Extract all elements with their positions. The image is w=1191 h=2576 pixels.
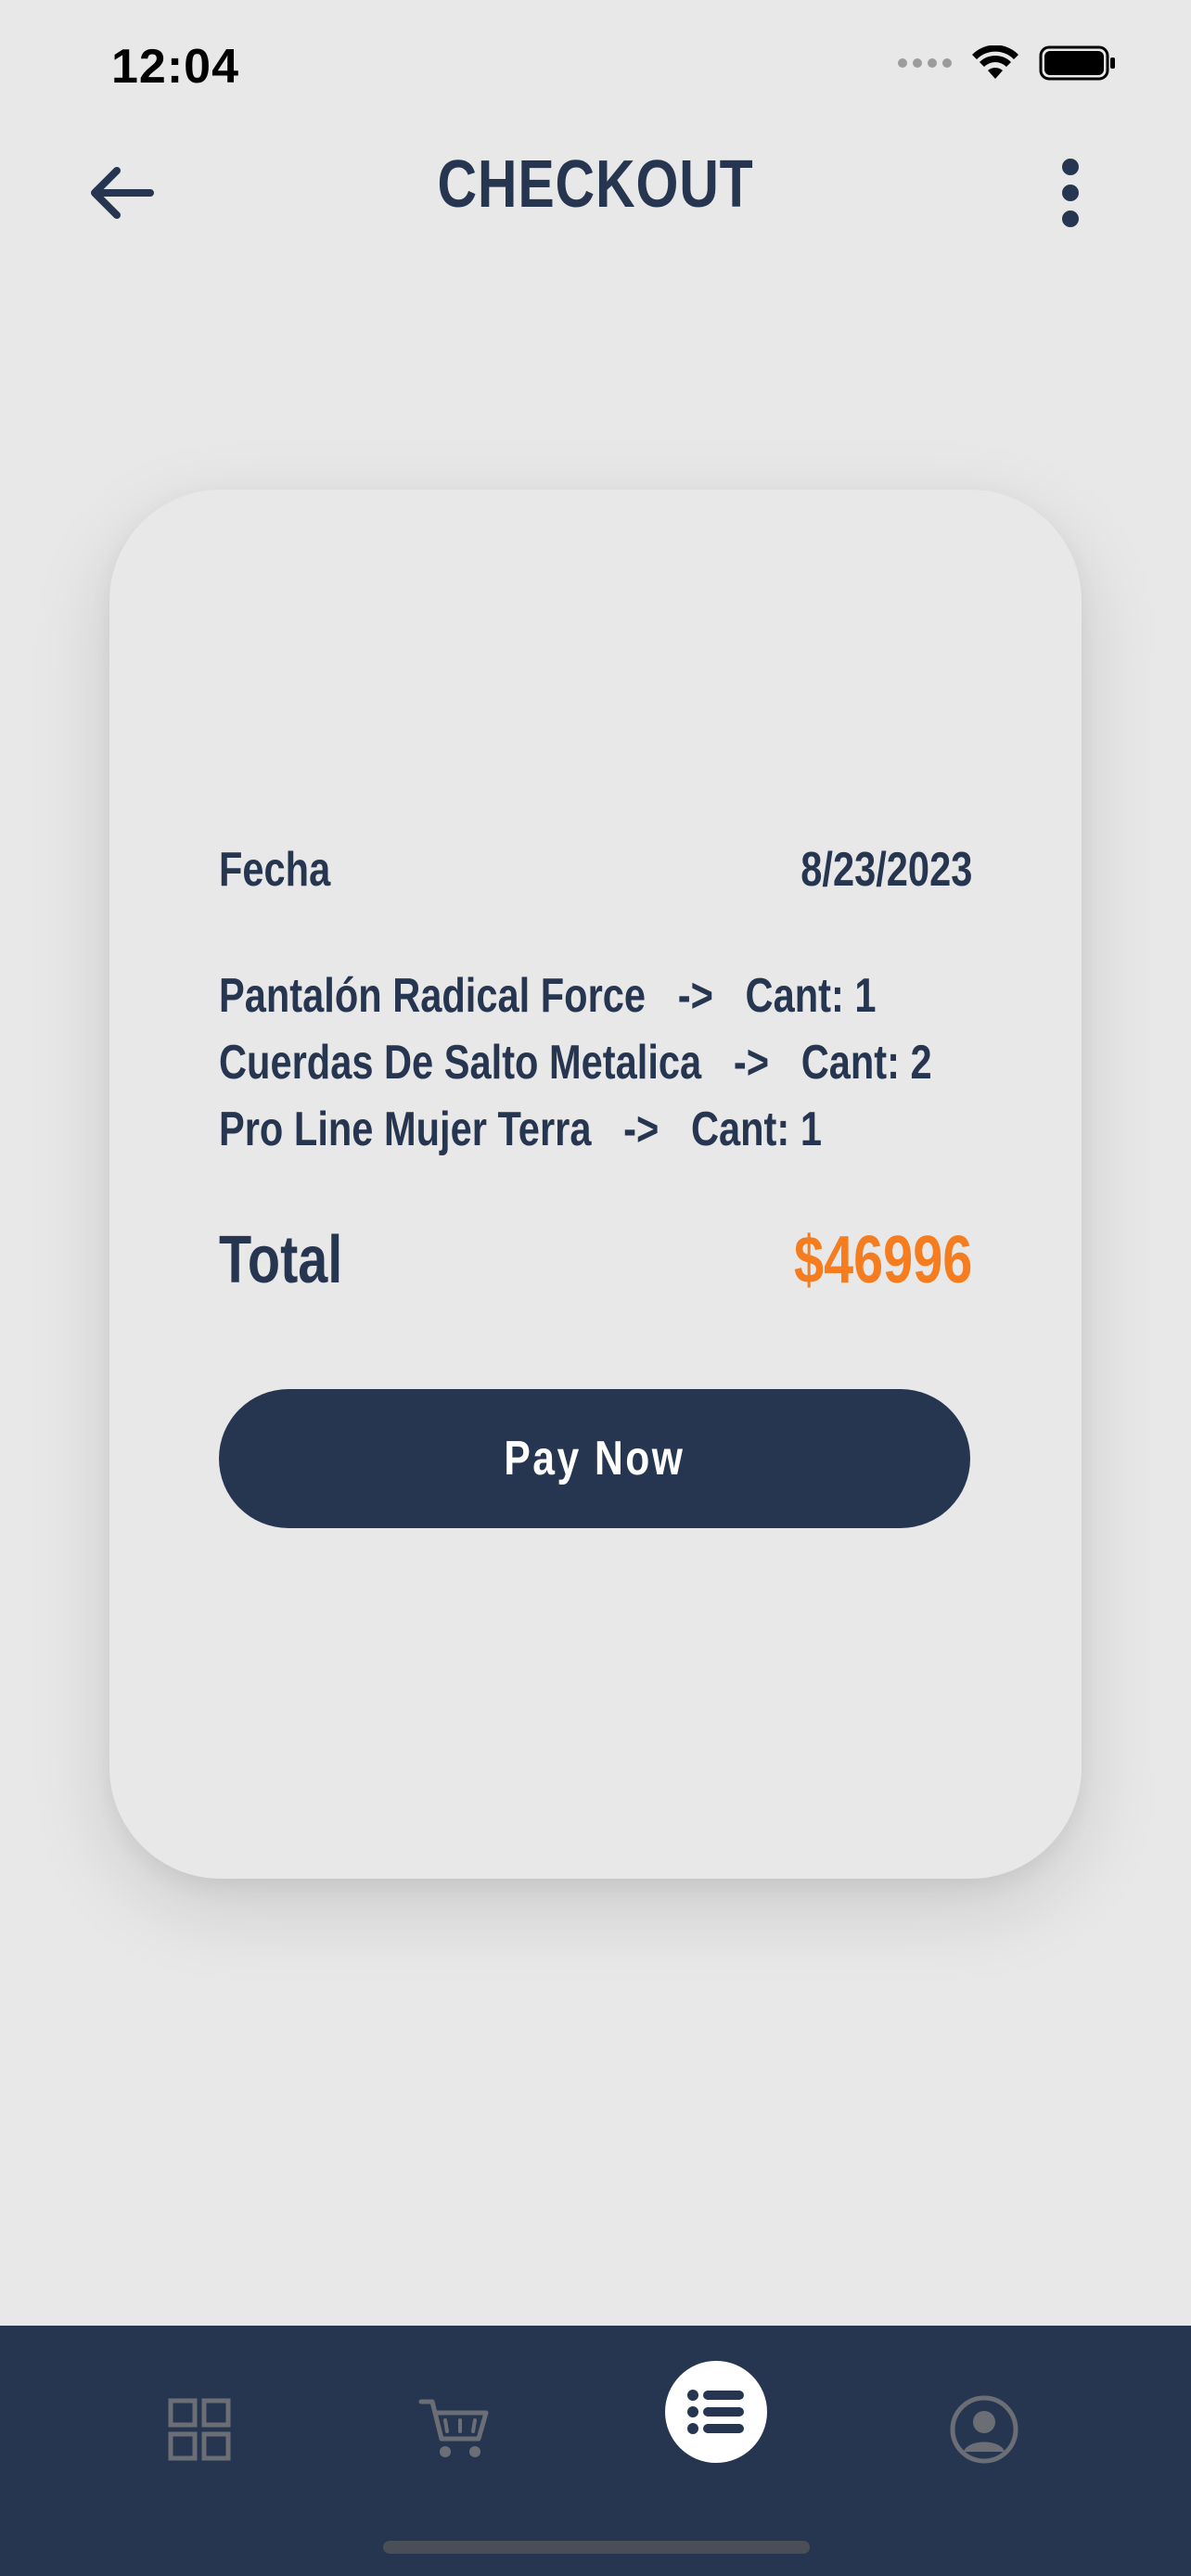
list-item: Cuerdas De Salto Metalica -> Cant: 2 xyxy=(219,1029,972,1096)
user-icon xyxy=(950,2395,1018,2464)
item-arrow: -> xyxy=(677,969,713,1023)
item-name: Pro Line Mujer Terra xyxy=(219,1103,592,1156)
cellular-signal-icon xyxy=(898,58,952,68)
item-quantity: Cant: 2 xyxy=(800,1036,932,1090)
header: CHECKOUT xyxy=(0,139,1191,241)
item-quantity: Cant: 1 xyxy=(745,969,877,1023)
total-row: Total $46996 xyxy=(219,1222,972,1298)
pay-now-label: Pay Now xyxy=(504,1432,685,1486)
grid-icon xyxy=(168,2398,231,2461)
more-options-button[interactable] xyxy=(1043,154,1098,232)
wifi-icon xyxy=(972,45,1018,79)
cart-icon xyxy=(418,2399,489,2457)
more-dot-icon xyxy=(1062,210,1079,227)
order-items-list: Pantalón Radical Force -> Cant: 1 Cuerda… xyxy=(219,963,972,1163)
status-indicators xyxy=(898,45,1117,82)
nav-item-cart[interactable] xyxy=(399,2374,510,2485)
nav-item-orders[interactable] xyxy=(665,2361,767,2463)
receipt-card: Fecha 8/23/2023 Pantalón Radical Force -… xyxy=(109,490,1082,1879)
total-label: Total xyxy=(219,1223,343,1297)
more-dot-icon xyxy=(1062,159,1079,175)
status-bar: 12:04 xyxy=(0,0,1191,130)
date-value: 8/23/2023 xyxy=(800,843,972,897)
date-row: Fecha 8/23/2023 xyxy=(219,842,972,898)
home-indicator xyxy=(383,2541,810,2554)
item-quantity: Cant: 1 xyxy=(690,1103,822,1156)
item-arrow: -> xyxy=(623,1103,660,1156)
date-label: Fecha xyxy=(219,843,331,897)
nav-item-home[interactable] xyxy=(144,2374,255,2485)
total-amount: $46996 xyxy=(793,1223,972,1297)
item-name: Pantalón Radical Force xyxy=(219,969,647,1023)
pay-now-button[interactable]: Pay Now xyxy=(219,1389,970,1528)
page-title: CHECKOUT xyxy=(437,147,754,222)
status-time: 12:04 xyxy=(111,40,239,94)
list-item: Pro Line Mujer Terra -> Cant: 1 xyxy=(219,1096,972,1163)
bottom-navigation xyxy=(0,2326,1191,2576)
checkout-screen: 12:04 CHECKOUT Fecha 8/23/2023 Pantalón … xyxy=(0,0,1191,2576)
more-dot-icon xyxy=(1062,185,1079,201)
item-name: Cuerdas De Salto Metalica xyxy=(219,1036,702,1090)
list-icon xyxy=(687,2390,744,2434)
battery-icon xyxy=(1039,45,1115,81)
list-item: Pantalón Radical Force -> Cant: 1 xyxy=(219,963,972,1029)
nav-item-profile[interactable] xyxy=(928,2374,1040,2485)
item-arrow: -> xyxy=(733,1036,770,1090)
